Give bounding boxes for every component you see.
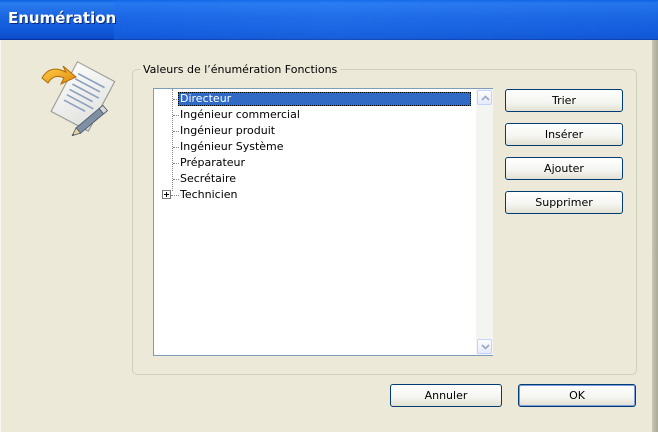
insert-button[interactable]: Insérer [505, 123, 623, 146]
window-left-edge [0, 40, 1, 432]
list-item-label: Ingénieur produit [180, 124, 276, 137]
document-edit-icon [36, 56, 122, 142]
list-item-ingenieur-systeme[interactable]: Ingénieur Système [154, 139, 476, 155]
title-bar[interactable]: Enumération [0, 0, 658, 40]
enumeration-dialog: Enumération Valeurs de l’énumération Fon… [0, 0, 658, 432]
chevron-down-icon [481, 344, 490, 350]
list-item-label: Préparateur [180, 156, 246, 169]
delete-button[interactable]: Supprimer [505, 191, 623, 214]
window-right-edge [652, 40, 658, 432]
list-item-preparateur[interactable]: Préparateur [154, 155, 476, 171]
list-item-label: Technicien [180, 188, 238, 201]
list-item-ingenieur-commercial[interactable]: Ingénieur commercial [154, 107, 476, 123]
list-item-label: Directeur [178, 92, 471, 106]
list-item-label: Ingénieur Système [180, 140, 284, 153]
list-item-technicien[interactable]: Technicien [154, 187, 476, 203]
window-title: Enumération [8, 9, 117, 27]
scroll-down-button[interactable] [477, 339, 492, 354]
enumeration-values-list[interactable]: Directeur Ingénieur commercial Ingénieur… [153, 88, 493, 356]
list-item-secretaire[interactable]: Secrétaire [154, 171, 476, 187]
plus-box-icon[interactable] [162, 190, 171, 199]
list-item-directeur[interactable]: Directeur [154, 91, 476, 107]
values-tree: Directeur Ingénieur commercial Ingénieur… [154, 89, 476, 355]
list-item-label: Secrétaire [180, 172, 237, 185]
chevron-up-icon [481, 95, 490, 101]
scroll-up-button[interactable] [477, 90, 492, 105]
cancel-button[interactable]: Annuler [390, 384, 502, 407]
ok-button[interactable]: OK [518, 384, 636, 407]
sort-button[interactable]: Trier [505, 89, 623, 112]
group-label: Valeurs de l’énumération Fonctions [140, 63, 341, 76]
vertical-scrollbar[interactable] [476, 89, 493, 355]
title-bar-gradient [114, 0, 658, 40]
add-button[interactable]: Ajouter [505, 157, 623, 180]
list-item-ingenieur-produit[interactable]: Ingénieur produit [154, 123, 476, 139]
list-item-label: Ingénieur commercial [180, 108, 300, 121]
